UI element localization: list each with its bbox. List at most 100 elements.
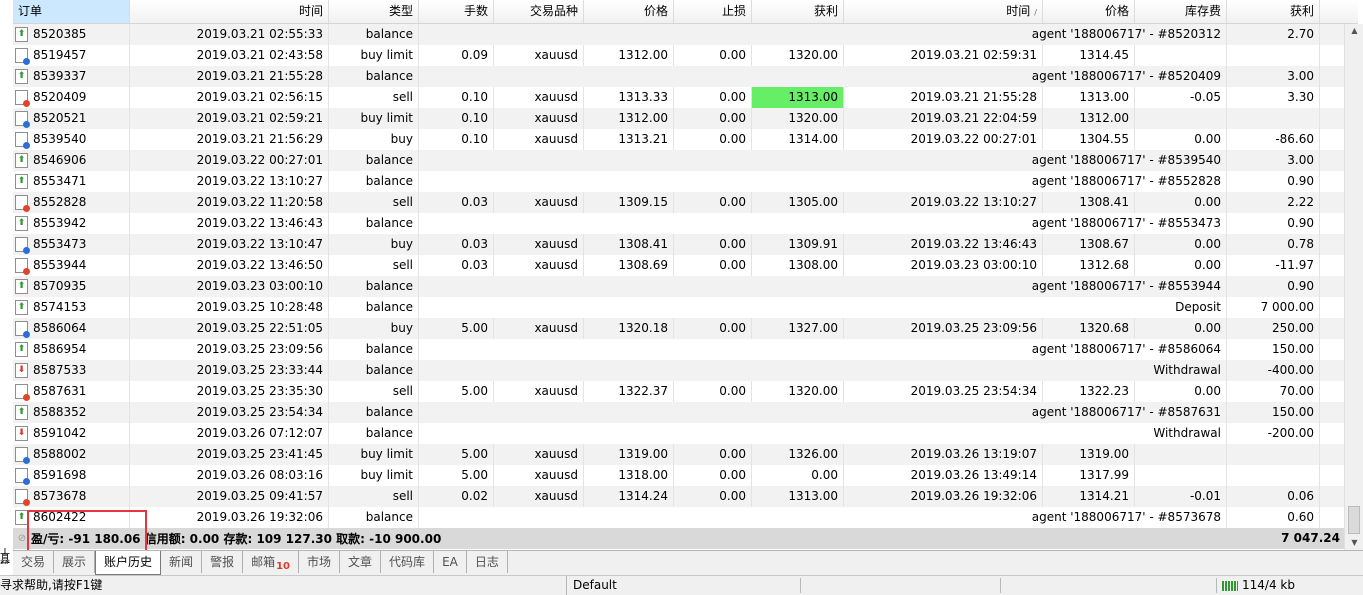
balance-deposit-icon: ⬆: [15, 405, 28, 420]
cell-symbol: xauusd: [494, 129, 584, 150]
history-row[interactable]: 8552828 2019.03.22 11:20:58 sell 0.03 xauusd…: [13, 192, 1358, 213]
history-row[interactable]: ⬆ 8553942 2019.03.22 13:46:43 balance agent …: [13, 213, 1358, 234]
cell-swap: -0.05: [1135, 87, 1227, 108]
cell-price: 1318.00: [584, 465, 674, 486]
cell-type: sell: [329, 255, 419, 276]
tab-0[interactable]: 交易: [13, 551, 55, 573]
cell-profit: [1227, 108, 1320, 129]
history-row[interactable]: ⬆ 8588352 2019.03.25 23:54:34 balance agent …: [13, 402, 1358, 423]
history-row[interactable]: ⬆ 8553471 2019.03.22 13:10:27 balance agent …: [13, 171, 1358, 192]
history-row[interactable]: ⬆ 8570935 2019.03.23 03:00:10 balance agent …: [13, 276, 1358, 297]
balance-deposit-icon: ⬆: [15, 342, 28, 357]
history-row[interactable]: 8591698 2019.03.26 08:03:16 buy limit 5.00 x…: [13, 465, 1358, 486]
cell-swap: 0.00: [1135, 255, 1227, 276]
column-header-close-time[interactable]: 时间 /: [844, 0, 1043, 23]
cell-open-time: 2019.03.25 23:41:45: [130, 444, 329, 465]
cell-type: buy: [329, 318, 419, 339]
history-row[interactable]: ⬇ 8587533 2019.03.25 23:33:44 balance Withdr…: [13, 360, 1358, 381]
tab-1[interactable]: 展示: [54, 551, 96, 573]
history-row[interactable]: ⬆ 8574153 2019.03.25 10:28:48 balance Deposi…: [13, 297, 1358, 318]
vertical-scrollbar[interactable]: ▲ ▼: [1344, 24, 1363, 550]
history-row[interactable]: 8587631 2019.03.25 23:35:30 sell 5.00 xauusd…: [13, 381, 1358, 402]
tab-2[interactable]: 账户历史: [95, 551, 162, 575]
scroll-up-icon[interactable]: ▲: [1345, 24, 1363, 38]
column-header-symbol[interactable]: 交易品种: [494, 0, 584, 23]
scroll-thumb[interactable]: [1348, 506, 1360, 534]
cell-price: 1308.41: [584, 234, 674, 255]
history-row[interactable]: 8553473 2019.03.22 13:10:47 buy 0.03 xauusd 1…: [13, 234, 1358, 255]
cell-lots: 0.10: [419, 87, 494, 108]
cell-close-time: 2019.03.26 19:32:06: [844, 486, 1043, 507]
buy-order-icon: [15, 237, 30, 254]
cell-swap: 0.00: [1135, 234, 1227, 255]
history-row[interactable]: 8520521 2019.03.21 02:59:21 buy limit 0.10 x…: [13, 108, 1358, 129]
toolbox-side-strip[interactable]: 工具箱: [0, 0, 14, 564]
tab-8[interactable]: 代码库: [381, 551, 435, 573]
cell-type: balance: [329, 213, 419, 234]
cell-close-price: 1308.41: [1043, 192, 1135, 213]
tab-7[interactable]: 文章: [340, 551, 382, 573]
history-row[interactable]: ⬇ 8591042 2019.03.26 07:12:07 balance Withdr…: [13, 423, 1358, 444]
cell-close-price: 1317.99: [1043, 465, 1135, 486]
history-row[interactable]: 8519457 2019.03.21 02:43:58 buy limit 0.09 x…: [13, 45, 1358, 66]
tab-6[interactable]: 市场: [299, 551, 341, 573]
tab-10[interactable]: 日志: [467, 551, 508, 573]
column-header-stop-loss[interactable]: 止损: [674, 0, 752, 23]
column-header-close-price[interactable]: 价格: [1043, 0, 1135, 23]
cell-type: balance: [329, 150, 419, 171]
history-row[interactable]: 8553944 2019.03.22 13:46:50 sell 0.03 xauusd…: [13, 255, 1358, 276]
history-row[interactable]: 8539540 2019.03.21 21:56:29 buy 0.10 xauusd 1…: [13, 129, 1358, 150]
order-number: 8587533: [33, 363, 87, 377]
cell-lots: 0.09: [419, 45, 494, 66]
tab-3[interactable]: 新闻: [161, 551, 203, 573]
cell-order: ⬆ 8520385: [13, 24, 130, 45]
cell-order: 8591698: [13, 465, 130, 486]
tab-4[interactable]: 警报: [202, 551, 244, 573]
cell-profit: 0.90: [1227, 171, 1320, 192]
column-header-profit[interactable]: 获利: [1227, 0, 1320, 23]
history-row[interactable]: ⬆ 8520385 2019.03.21 02:55:33 balance agent …: [13, 24, 1358, 45]
column-header-order[interactable]: 订单: [13, 0, 130, 23]
history-row[interactable]: 8588002 2019.03.25 23:41:45 buy limit 5.00 x…: [13, 444, 1358, 465]
cell-price: 1312.00: [584, 108, 674, 129]
cell-take-profit: 1305.00: [752, 192, 844, 213]
order-number: 8591042: [33, 426, 87, 440]
connection-traffic: 114/4 kb: [1242, 578, 1295, 592]
cell-open-time: 2019.03.21 21:56:29: [130, 129, 329, 150]
cell-swap: 0.00: [1135, 129, 1227, 150]
balance-comment: agent '188006717' - #8587631: [419, 402, 1227, 423]
history-row[interactable]: 8586064 2019.03.25 22:51:05 buy 5.00 xauusd 1…: [13, 318, 1358, 339]
cell-take-profit: 0.00: [752, 465, 844, 486]
cell-stop-loss: 0.00: [674, 45, 752, 66]
tab-5[interactable]: 邮箱10: [243, 551, 300, 573]
column-header-swap[interactable]: 库存费: [1135, 0, 1227, 23]
history-row[interactable]: ⬆ 8586954 2019.03.25 23:09:56 balance agent …: [13, 339, 1358, 360]
column-header-price[interactable]: 价格: [584, 0, 674, 23]
cell-stop-loss: 0.00: [674, 486, 752, 507]
cell-stop-loss: 0.00: [674, 234, 752, 255]
tab-9[interactable]: EA: [434, 551, 467, 573]
history-row[interactable]: 8520409 2019.03.21 02:56:15 sell 0.10 xauusd…: [13, 87, 1358, 108]
tab-label: 日志: [474, 555, 499, 569]
cell-take-profit: 1309.91: [752, 234, 844, 255]
order-number: 8520409: [33, 90, 87, 104]
column-header-label: 交易品种: [529, 4, 578, 18]
cell-open-time: 2019.03.25 23:35:30: [130, 381, 329, 402]
history-row[interactable]: ⬆ 8539337 2019.03.21 21:55:28 balance agent …: [13, 66, 1358, 87]
column-header-lots[interactable]: 手数: [419, 0, 494, 23]
order-number: 8588002: [33, 447, 87, 461]
cell-take-profit: 1313.00: [752, 486, 844, 507]
cell-lots: 0.03: [419, 255, 494, 276]
history-row[interactable]: 8573678 2019.03.25 09:41:57 sell 0.02 xauusd…: [13, 486, 1358, 507]
balance-comment: agent '188006717' - #8586064: [419, 339, 1227, 360]
column-header-open-time[interactable]: 时间: [130, 0, 329, 23]
cell-type: sell: [329, 87, 419, 108]
cell-symbol: xauusd: [494, 234, 584, 255]
column-header-type[interactable]: 类型: [329, 0, 419, 23]
history-row[interactable]: ⬆ 8546906 2019.03.22 00:27:01 balance agent …: [13, 150, 1358, 171]
column-header-take-profit[interactable]: 获利: [752, 0, 844, 23]
pending-order-icon: [15, 468, 30, 485]
history-row[interactable]: ⬆ 8602422 2019.03.26 19:32:06 balance agent …: [13, 507, 1358, 528]
scroll-down-icon[interactable]: ▼: [1345, 536, 1363, 550]
order-number: 8553473: [33, 237, 87, 251]
